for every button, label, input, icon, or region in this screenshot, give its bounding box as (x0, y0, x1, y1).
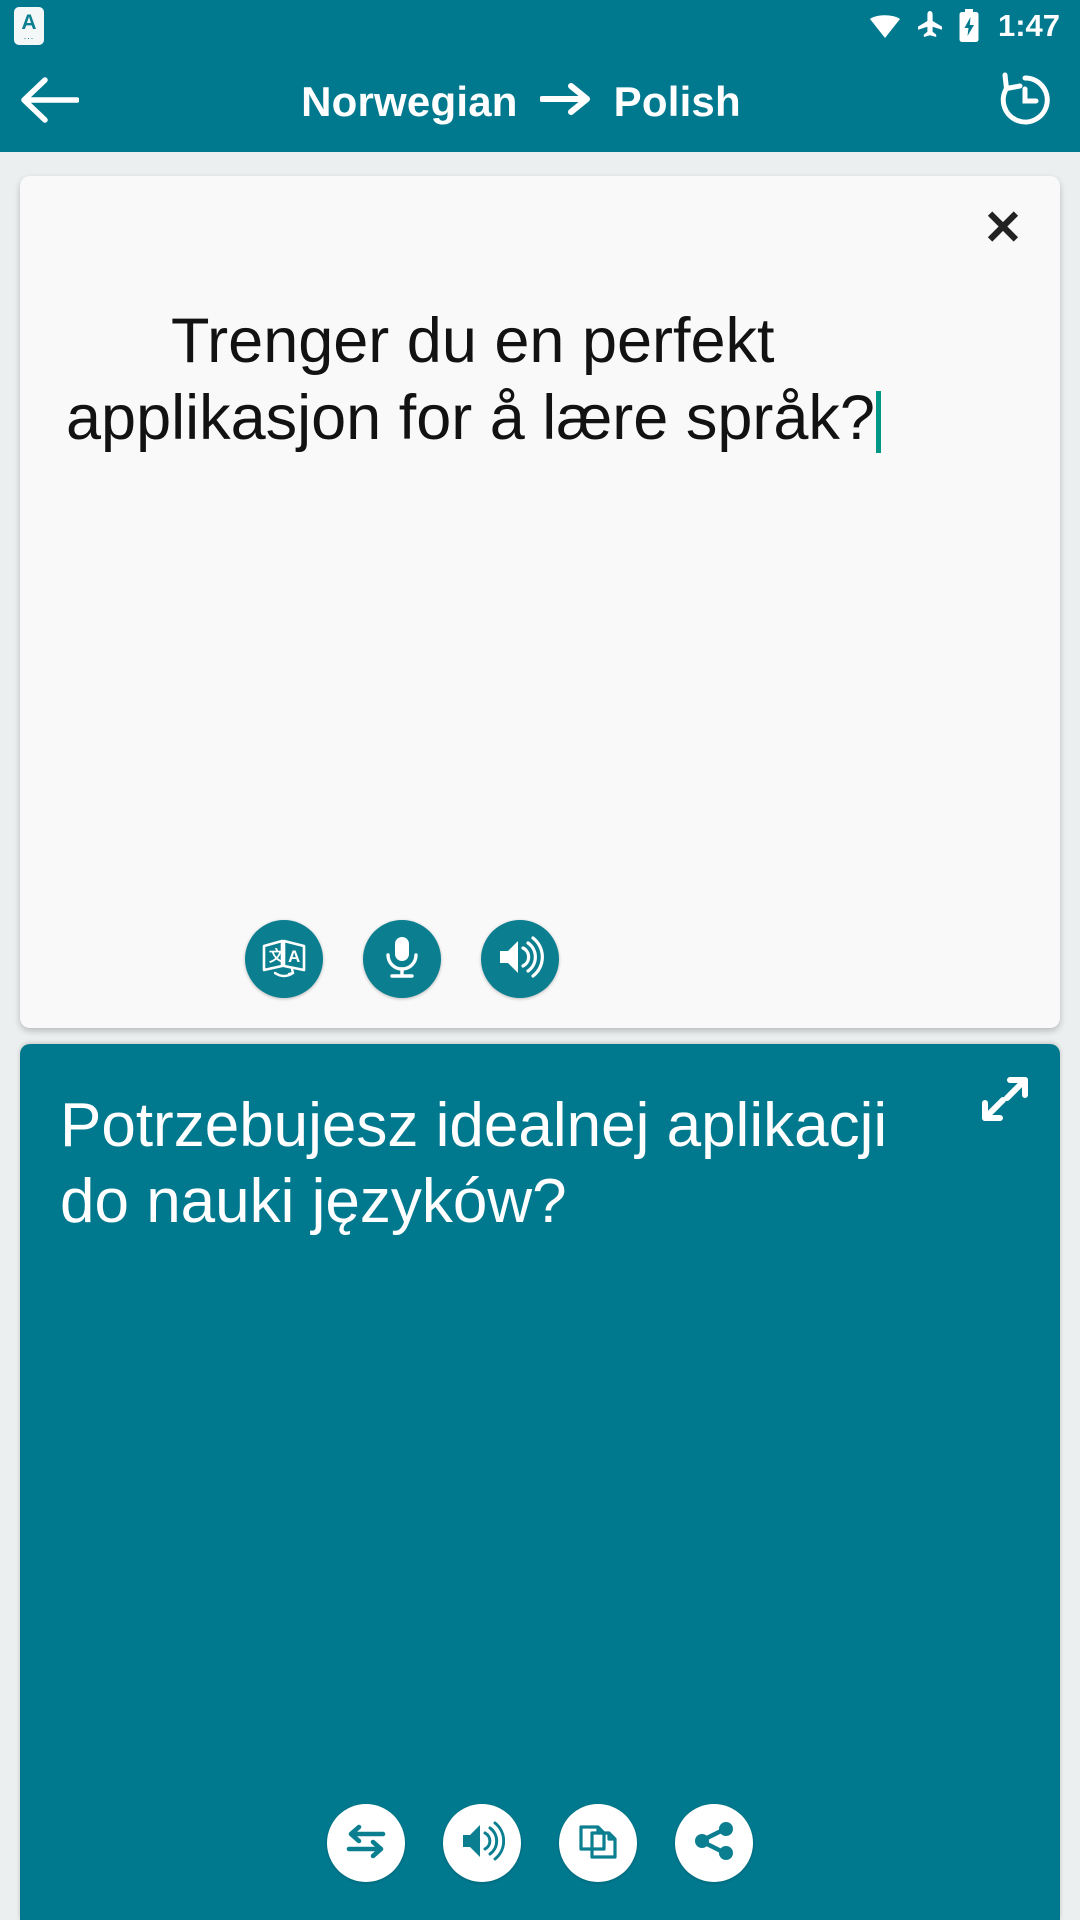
svg-text:文: 文 (269, 947, 285, 965)
speaker-icon (459, 1820, 506, 1867)
svg-text:A: A (288, 947, 300, 966)
source-action-row: 文 A (20, 920, 1060, 998)
text-caret (875, 390, 881, 453)
share-button[interactable] (675, 1804, 753, 1882)
wifi-icon (868, 12, 902, 40)
history-button[interactable] (970, 52, 1080, 152)
translator-screen: A ... 1:47 Norwegian Polish ✕ Trenger du… (0, 0, 1080, 1920)
source-text-input[interactable]: Trenger du en perfekt applikasjon for å … (66, 226, 940, 533)
source-language-label: Norwegian (301, 78, 518, 125)
status-bar-left: A ... (14, 7, 44, 45)
expand-fullscreen-icon (977, 1071, 1033, 1132)
swap-languages-button[interactable] (327, 1804, 405, 1882)
speak-target-button[interactable] (443, 1804, 521, 1882)
copy-button[interactable] (559, 1804, 637, 1882)
microphone-icon (380, 934, 424, 985)
airplane-mode-icon (916, 11, 944, 41)
arrow-left-icon (21, 76, 80, 128)
history-icon (996, 71, 1054, 134)
translation-result-card: Potrzebujesz idealnej aplikacji do nauki… (20, 1044, 1060, 1920)
source-text-card: ✕ Trenger du en perfekt applikasjon for … (20, 176, 1060, 1028)
speak-source-button[interactable] (481, 920, 559, 998)
translate-icon: 文 A (260, 933, 308, 986)
clear-text-button[interactable]: ✕ (964, 190, 1042, 268)
copy-icon (576, 1819, 620, 1868)
input-method-icon: A ... (14, 7, 44, 45)
battery-charging-icon (958, 9, 980, 43)
page-title[interactable]: Norwegian Polish (86, 78, 956, 126)
translated-text[interactable]: Potrzebujesz idealnej aplikacji do nauki… (60, 1088, 940, 1239)
arrow-right-icon (538, 78, 592, 126)
target-language-label: Polish (613, 78, 741, 125)
translate-button[interactable]: 文 A (245, 920, 323, 998)
input-method-letter: A (21, 11, 37, 34)
swap-horizontal-icon (343, 1821, 389, 1866)
expand-button[interactable] (970, 1066, 1040, 1136)
result-action-row (20, 1804, 1060, 1882)
share-icon (692, 1819, 736, 1868)
input-method-dots: ... (23, 31, 35, 41)
speaker-icon (496, 935, 544, 984)
back-button[interactable] (0, 52, 100, 152)
clock-time: 1:47 (997, 8, 1060, 43)
status-bar: A ... 1:47 (0, 0, 1080, 52)
source-text-value: Trenger du en perfekt applikasjon for å … (66, 305, 875, 453)
status-bar-right: 1:47 (868, 8, 1060, 44)
voice-input-button[interactable] (363, 920, 441, 998)
app-bar: Norwegian Polish (0, 52, 1080, 152)
